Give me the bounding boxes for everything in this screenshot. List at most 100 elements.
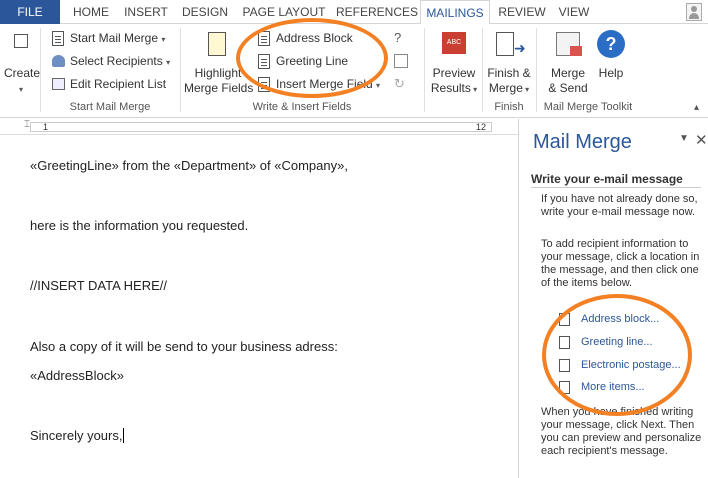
merge-send-button[interactable]: Merge & Send: [540, 28, 596, 96]
match-fields-icon[interactable]: [394, 54, 408, 68]
collapse-ribbon-icon[interactable]: ▴: [694, 102, 699, 113]
doc-line-greeting: «GreetingLine» from the «Department» of …: [30, 158, 348, 173]
doc-line-closing: Sincerely yours,: [30, 428, 125, 443]
tab-home[interactable]: HOME: [66, 0, 116, 24]
ribbon-separator: [482, 28, 483, 112]
indent-marker-icon[interactable]: ⌶: [24, 119, 30, 130]
rules-icon[interactable]: ?: [394, 30, 410, 46]
preview-label-1: Preview: [432, 66, 476, 80]
preview-label-2-text: Results: [430, 81, 471, 95]
pane-step-heading: Write your e-mail message: [531, 172, 701, 188]
select-recipients-label: Select Recipients: [70, 54, 163, 68]
merge-send-label-1: Merge: [550, 66, 585, 80]
tab-insert[interactable]: INSERT: [118, 0, 174, 24]
electronic-postage-icon: [559, 359, 570, 372]
pane-link-electronic-postage[interactable]: Electronic postage...: [581, 359, 681, 371]
arrow-right-icon: ➜: [514, 40, 526, 56]
pane-instruction-2: To add recipient information to your mes…: [541, 238, 700, 289]
highlight-label-2: Merge Fields: [184, 81, 254, 95]
preview-abc-icon: ABC: [442, 32, 466, 54]
create-button[interactable]: Create ▾: [4, 28, 41, 96]
insert-merge-field-label: Insert Merge Field: [276, 77, 373, 91]
update-labels-icon: ↻: [394, 76, 405, 91]
doc-line-info: here is the information you requested.: [30, 218, 249, 233]
pane-options-icon[interactable]: ▼: [679, 133, 689, 144]
chevron-down-icon: ▾: [161, 35, 166, 44]
user-account-icon[interactable]: [686, 3, 702, 21]
finish-label-1: Finish &: [487, 66, 531, 80]
insert-merge-field-icon: [258, 77, 270, 92]
doc-line-copy: Also a copy of it will be send to your b…: [30, 339, 338, 354]
pane-link-address-block[interactable]: Address block...: [581, 313, 659, 325]
ribbon: Create ▾ Start Mail Merge ▾ Select Recip…: [0, 24, 708, 118]
edit-recipient-list-button[interactable]: Edit Recipient List: [48, 74, 166, 94]
address-block-button[interactable]: Address Block: [254, 28, 353, 48]
mail-icon: [570, 46, 582, 56]
doc-line-address-block: «AddressBlock»: [30, 368, 124, 383]
tab-design[interactable]: DESIGN: [176, 0, 234, 24]
pane-link-greeting-line[interactable]: Greeting line...: [581, 336, 653, 348]
address-block-icon: [559, 313, 570, 326]
ribbon-separator: [424, 28, 425, 112]
tab-references[interactable]: REFERENCES: [334, 0, 420, 24]
start-mail-merge-label: Start Mail Merge: [70, 31, 159, 45]
close-icon[interactable]: ✕: [695, 131, 708, 149]
document-body[interactable]: «GreetingLine» from the «Department» of …: [0, 136, 518, 478]
help-label: Help: [598, 66, 624, 80]
text-cursor: [123, 428, 125, 443]
pane-instruction-1: If you have not already done so, write y…: [541, 193, 698, 218]
help-icon: ?: [597, 30, 625, 58]
insert-merge-field-button[interactable]: Insert Merge Field ▾: [254, 74, 380, 94]
chevron-down-icon: ▾: [18, 85, 23, 94]
start-mail-merge-button[interactable]: Start Mail Merge ▾: [48, 28, 165, 48]
create-label: Create: [4, 66, 41, 80]
tab-mailings[interactable]: MAILINGS: [420, 0, 490, 25]
highlight-merge-fields-button[interactable]: Highlight Merge Fields: [184, 28, 254, 96]
finish-icon: [496, 32, 514, 56]
finish-merge-button[interactable]: ➜ Finish & Merge ▾: [484, 28, 534, 96]
highlight-icon: [208, 32, 226, 56]
ribbon-tab-bar: FILE HOME INSERT DESIGN PAGE LAYOUT REFE…: [0, 0, 708, 25]
select-recipients-button[interactable]: Select Recipients ▾: [48, 51, 170, 71]
merge-send-label-2: & Send: [548, 81, 588, 95]
group-label-finish: Finish: [494, 101, 524, 113]
ruler-label-left: 1: [43, 122, 49, 132]
list-edit-icon: [52, 78, 65, 90]
edit-recipient-list-label: Edit Recipient List: [70, 77, 167, 91]
chevron-down-icon: ▾: [522, 85, 530, 94]
ribbon-separator: [536, 28, 537, 112]
doc-line-insert-data: //INSERT DATA HERE//: [30, 278, 168, 293]
tab-review[interactable]: REVIEW: [494, 0, 550, 24]
tab-view[interactable]: VIEW: [552, 0, 596, 24]
pane-link-more-items[interactable]: More items...: [581, 381, 645, 393]
ribbon-separator: [180, 28, 181, 112]
help-button[interactable]: ? Help: [596, 28, 626, 96]
preview-label-2: Results ▾: [428, 81, 480, 97]
horizontal-ruler: ⌶ 1 12: [0, 119, 518, 135]
greeting-line-icon: [258, 54, 270, 69]
chevron-down-icon: ▾: [470, 85, 478, 94]
group-label-write-insert: Write & Insert Fields: [252, 101, 352, 113]
group-label-toolkit: Mail Merge Toolkit: [543, 101, 633, 113]
pane-instruction-3: When you have finished writing your mess…: [541, 406, 702, 457]
greeting-line-icon: [559, 336, 570, 349]
preview-results-button[interactable]: ABC Preview Results ▾: [428, 28, 480, 96]
document-icon: [52, 31, 64, 46]
address-block-icon: [258, 31, 270, 46]
chevron-down-icon: ▾: [166, 58, 171, 67]
finish-label-2: Merge ▾: [484, 81, 534, 97]
more-items-icon: [559, 381, 570, 394]
highlight-label-1: Highlight: [194, 66, 242, 80]
envelope-icon: [14, 34, 28, 48]
address-block-label: Address Block: [276, 31, 353, 45]
greeting-line-button[interactable]: Greeting Line: [254, 51, 348, 71]
pane-title: Mail Merge: [533, 131, 632, 153]
greeting-line-label: Greeting Line: [276, 54, 349, 68]
chevron-down-icon: ▾: [376, 81, 381, 90]
ribbon-separator: [40, 28, 41, 112]
mail-merge-pane: Mail Merge ▼ ✕ Write your e-mail message…: [518, 119, 708, 478]
tab-file[interactable]: FILE: [0, 0, 60, 24]
ruler-label-right: 12: [476, 122, 487, 132]
people-icon: [52, 55, 65, 67]
tab-page-layout[interactable]: PAGE LAYOUT: [236, 0, 332, 24]
